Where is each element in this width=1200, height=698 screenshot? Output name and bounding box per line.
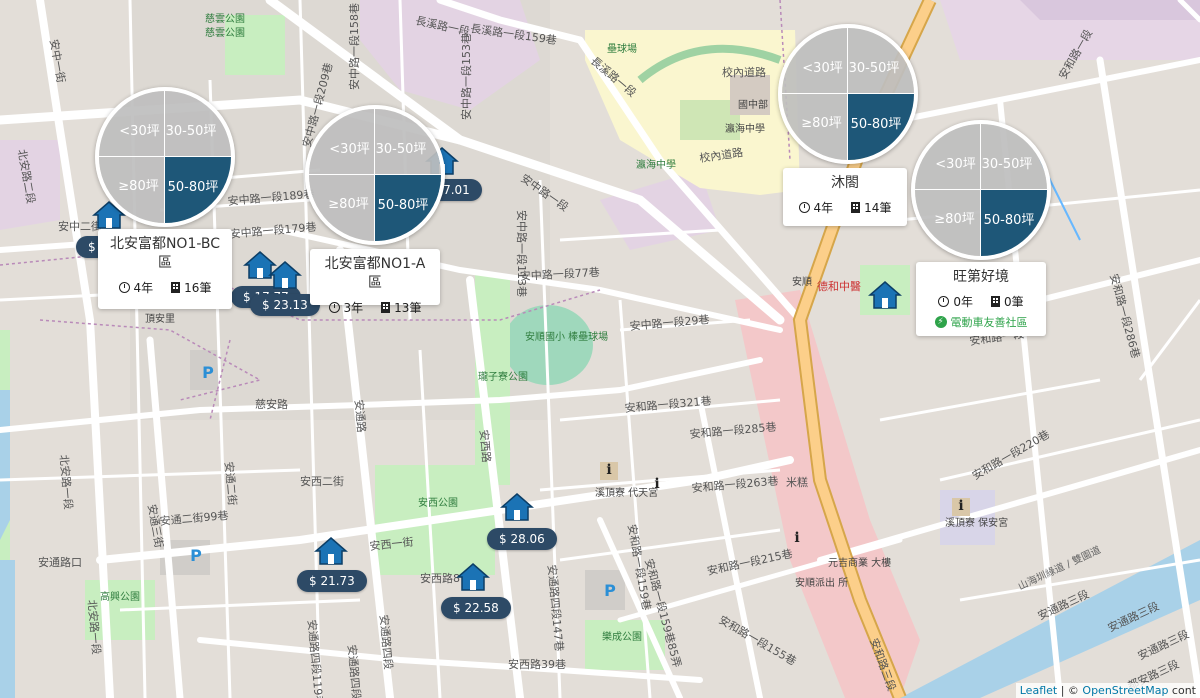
building-icon [851, 202, 861, 213]
building-icon [381, 302, 391, 313]
info-icon: i [794, 530, 800, 546]
filter-50-80[interactable]: 50-80坪 [165, 157, 231, 223]
attribution-separator: | © [1057, 684, 1083, 697]
map-label: 安西二街 [300, 474, 344, 488]
card-count: 0筆 [1004, 295, 1024, 309]
map-label: 高興公園 [100, 590, 140, 603]
map-label: 安中路一段113巷 [515, 210, 529, 297]
map-label: 慈安路 [255, 397, 288, 411]
card-title: 沐閤 [831, 175, 859, 191]
map-label: 樂成公園 [602, 630, 642, 643]
filter-50-80[interactable]: 50-80坪 [848, 94, 914, 160]
info-icon: i [952, 498, 970, 516]
community-card[interactable]: 沐閤 4年 14筆 [783, 168, 907, 226]
parking-icon: P [202, 363, 214, 382]
house-marker-icon[interactable] [456, 562, 490, 592]
card-title: 北安富都NO1-BC區 [109, 236, 221, 271]
filter-under-30[interactable]: <30坪 [99, 91, 165, 157]
map-label: 安順國小 棒壘球場 [525, 330, 608, 343]
map-label: 壘球場 [607, 42, 637, 55]
filter-30-50[interactable]: 30-50坪 [375, 109, 441, 175]
filter-over-80[interactable]: ≥80坪 [782, 94, 848, 160]
ev-friendly-label: 電動車友善社區 [950, 316, 1028, 329]
clock-icon [118, 282, 130, 293]
card-count: 16筆 [184, 281, 212, 295]
map-label: 安西路 [477, 429, 494, 463]
map-label: 安順派出 所 [795, 576, 848, 589]
filter-over-80[interactable]: ≥80坪 [99, 157, 165, 223]
map-label: 瀛海中學 [636, 158, 676, 171]
map-label: 瀛海中學 [725, 122, 765, 135]
size-filter-pie[interactable]: <30坪 30-50坪 ≥80坪 50-80坪 [778, 24, 918, 164]
map-label: 安通路 [352, 399, 369, 433]
leaflet-link[interactable]: Leaflet [1020, 684, 1057, 697]
map-attribution: Leaflet | © OpenStreetMap cont [1015, 683, 1200, 698]
map-label: 安順 [792, 275, 812, 288]
filter-50-80[interactable]: 50-80坪 [981, 190, 1047, 256]
size-filter-pie[interactable]: <30坪 30-50坪 ≥80坪 50-80坪 [911, 120, 1051, 260]
osm-link[interactable]: OpenStreetMap [1082, 684, 1168, 697]
info-icon: i [654, 476, 660, 492]
map-label: 安西路8 [420, 571, 460, 585]
map-label: 德和中醫 [817, 279, 861, 293]
map-label: 校內道路 [722, 65, 766, 79]
building-icon [171, 282, 181, 293]
map-label: 溪頂寮 保安宮 [945, 516, 1008, 529]
map-label: 安通路口 [38, 555, 82, 569]
map-label: 安西公園 [418, 496, 458, 509]
map-label: 安中路一段158巷 [347, 3, 361, 90]
map-label: 米糕 [786, 475, 808, 489]
house-marker-icon[interactable] [314, 536, 348, 566]
filter-over-80[interactable]: ≥80坪 [915, 190, 981, 256]
filter-over-80[interactable]: ≥80坪 [309, 175, 375, 241]
price-marker[interactable]: $ 22.58 [441, 597, 511, 619]
card-years: 4年 [813, 201, 834, 215]
parking-icon: P [190, 546, 202, 565]
map-label: 安西路39巷 [508, 657, 566, 671]
map-label: 國中部 [738, 98, 768, 111]
filter-30-50[interactable]: 30-50坪 [848, 28, 914, 94]
house-marker-icon[interactable] [868, 280, 902, 310]
card-years: 4年 [133, 281, 154, 295]
map-label: 頂安里 [145, 312, 175, 325]
info-icon: i [600, 462, 618, 480]
clock-icon [798, 202, 810, 213]
filter-under-30[interactable]: <30坪 [309, 109, 375, 175]
parking-icon: P [604, 581, 616, 600]
filter-under-30[interactable]: <30坪 [782, 28, 848, 94]
map-label: 安中路一段153巷 [459, 33, 473, 120]
size-filter-pie[interactable]: <30坪 30-50坪 ≥80坪 50-80坪 [95, 87, 235, 227]
price-marker[interactable]: $ 28.06 [487, 528, 557, 550]
card-years: 3年 [343, 301, 364, 315]
card-count: 13筆 [394, 301, 422, 315]
map-label: 元吉商業 大樓 [828, 556, 891, 569]
clock-icon [938, 296, 950, 307]
lightning-icon: ⚡ [934, 316, 947, 328]
clock-icon [328, 302, 340, 313]
community-card[interactable]: 旺第好境 0年 0筆 ⚡ 電動車友善社區 [916, 262, 1046, 336]
filter-under-30[interactable]: <30坪 [915, 124, 981, 190]
filter-30-50[interactable]: 30-50坪 [165, 91, 231, 157]
filter-50-80[interactable]: 50-80坪 [375, 175, 441, 241]
community-card[interactable]: 北安富都NO1-A區 3年 13筆 [310, 249, 440, 315]
map-label: 慈雲公園 [205, 12, 245, 25]
attribution-tail: cont [1168, 684, 1196, 697]
filter-30-50[interactable]: 30-50坪 [981, 124, 1047, 190]
house-marker-icon[interactable] [500, 492, 534, 522]
card-title: 北安富都NO1-A區 [324, 256, 426, 291]
community-card[interactable]: 北安富都NO1-BC區 4年 16筆 [98, 229, 232, 309]
card-years: 0年 [953, 295, 973, 309]
card-title: 旺第好境 [953, 269, 1009, 285]
map-label: 慈雲公園 [205, 26, 245, 39]
card-count: 14筆 [864, 201, 892, 215]
house-marker-icon[interactable] [268, 260, 302, 290]
building-icon [991, 296, 1000, 307]
price-marker[interactable]: $ 21.73 [297, 570, 367, 592]
map-label: 瓏子寮公園 [478, 370, 528, 383]
size-filter-pie[interactable]: <30坪 30-50坪 ≥80坪 50-80坪 [305, 105, 445, 245]
